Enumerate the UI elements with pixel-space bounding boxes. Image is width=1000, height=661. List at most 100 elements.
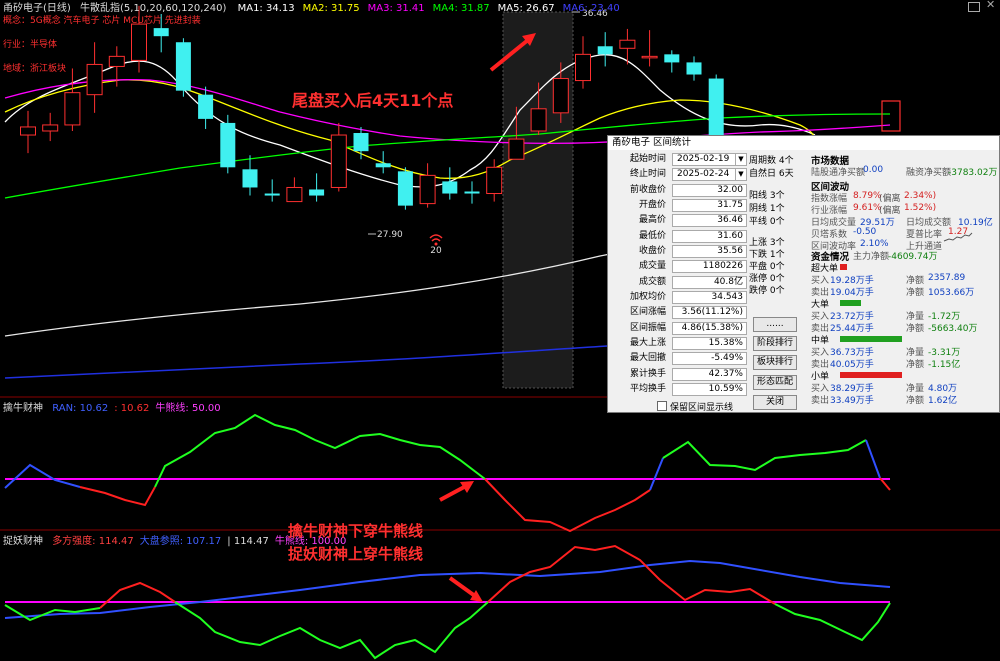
dialog-title[interactable]: 甬矽电子 区间统计 [608, 136, 999, 150]
candle-body[interactable] [686, 62, 702, 75]
panel2-green-line [174, 601, 489, 660]
stat-row: 加权均价 34.543 [608, 291, 750, 304]
close-button[interactable]: 关闭 [753, 395, 797, 410]
stat-row: 最低价 31.60 [608, 230, 750, 243]
order-size-bar [840, 336, 902, 342]
order-size-bar [840, 264, 847, 270]
candle-body[interactable] [464, 191, 480, 194]
panel2-legend-item: 多方强度: 114.47 [52, 536, 134, 547]
net-label: 净额 [906, 396, 925, 406]
stat-label: 成交额 [638, 277, 666, 287]
candle-body[interactable] [664, 54, 680, 63]
ma-legend-item: MA2: 31.75 [302, 3, 360, 14]
candle-body[interactable] [508, 138, 525, 160]
panel1-blue-line [865, 439, 881, 479]
candle-body[interactable] [619, 39, 636, 49]
stat-value-text: 15.38% [708, 338, 743, 348]
stat-row: 开盘价 31.75 [608, 199, 750, 212]
pattern-match-button[interactable]: 形态匹配 [753, 375, 797, 390]
industry-info: 行业：半导体 [3, 40, 58, 50]
stat-value-text: 35.56 [717, 246, 743, 256]
candle-body[interactable] [198, 94, 214, 119]
candle-body[interactable] [242, 169, 258, 188]
panel1-name[interactable]: 擒牛财神 [3, 403, 43, 414]
panel1-green-line [662, 439, 867, 472]
candle-body[interactable] [442, 181, 458, 194]
keep-lines-checkbox[interactable]: 保留区间显示线 [657, 400, 733, 413]
stat-value-text: 4.86(15.38%) [681, 323, 743, 333]
candle-body[interactable] [486, 166, 503, 195]
net-label: 净额 [906, 324, 925, 334]
candle-body[interactable] [131, 23, 147, 61]
main-net-label: 主力净额 [853, 252, 890, 262]
ma-legend-item: MA5: 26.67 [497, 3, 555, 14]
interval-highlight[interactable] [502, 11, 574, 389]
checkbox-icon[interactable] [657, 401, 667, 411]
panel2-name[interactable]: 捉妖财神 [3, 536, 43, 547]
stat-value-text: 1180226 [702, 261, 743, 271]
close-icon[interactable]: ✕ [986, 0, 995, 11]
more-button[interactable]: ...... [753, 317, 797, 332]
panel2-legend-item: 大盘参照: 107.17 [139, 536, 222, 547]
panel1-red-line [79, 486, 156, 507]
stat-value: 42.37% [672, 368, 747, 381]
candle-body[interactable] [530, 108, 547, 132]
stat-row: 平均换手 10.59% [608, 383, 750, 396]
candle-body[interactable] [108, 55, 125, 67]
candle-body[interactable] [264, 193, 280, 196]
stat-label: 成交量 [638, 261, 666, 271]
date-picker[interactable]: 2025-02-24 ▼ [672, 168, 747, 181]
stat-label: 最大回撤 [629, 353, 666, 363]
candle-body[interactable] [220, 122, 236, 168]
ma-legend-item: MA1: 34.13 [237, 3, 295, 14]
candle-body[interactable] [175, 42, 191, 91]
stat-label: 累计换手 [629, 369, 666, 379]
stat-row: 成交额 40.8亿 [608, 276, 750, 289]
concept-info: 概念：5G概念 汽车电子 芯片 MCU芯片 先进封装 [3, 16, 201, 26]
candle-body[interactable] [153, 28, 169, 37]
dropdown-arrow-icon[interactable]: ▼ [735, 154, 746, 165]
candle-body[interactable] [552, 78, 569, 114]
stat-value-text: 34.543 [711, 292, 744, 302]
net-value: 2357.89 [928, 273, 966, 283]
stat-row: 起始时间 2025-02-19 ▼ [608, 153, 750, 166]
hk-connect-value: 0.00 [863, 165, 884, 175]
ma-legend: MA1: 34.13 MA2: 31.75 MA3: 31.41 MA4: 31.87… [230, 3, 620, 14]
stat-label: 开盘价 [638, 200, 666, 210]
maximize-icon[interactable] [968, 2, 980, 12]
stat-label: 加权均价 [629, 292, 666, 302]
candle-body[interactable] [64, 92, 81, 126]
dropdown-arrow-icon[interactable]: ▼ [735, 169, 746, 180]
candle-body[interactable] [397, 171, 413, 206]
candle-body[interactable] [419, 174, 436, 205]
sector-rank-button[interactable]: 板块排行 [753, 355, 797, 370]
candle-body[interactable] [641, 55, 658, 59]
candle-body[interactable] [86, 63, 103, 96]
range-cell: 9.61% [853, 203, 882, 213]
candle-body[interactable] [575, 53, 591, 82]
interval-stats-dialog[interactable]: 甬矽电子 区间统计 起始时间 2025-02-19 ▼ 终止时间 2025-02-24 ▼… [607, 135, 1000, 413]
stat-row: 成交量 1180226 [608, 260, 750, 273]
arrow-icon [448, 576, 483, 602]
stat-label: 收盘价 [638, 246, 666, 256]
candle-body[interactable] [597, 46, 613, 55]
panel2-blue-line [4, 559, 891, 619]
stat-row: 区间振幅 4.86(15.38%) [608, 322, 750, 335]
candle-body[interactable] [20, 126, 36, 136]
candle-body[interactable] [309, 189, 325, 196]
date-picker[interactable]: 2025-02-19 ▼ [672, 153, 747, 166]
stat-value-text: 40.8亿 [713, 277, 743, 287]
candle-body[interactable] [708, 78, 724, 138]
candle-body[interactable] [330, 134, 347, 188]
candle-body[interactable] [353, 133, 369, 152]
candle-body[interactable] [42, 124, 59, 132]
stat-label: 区间涨幅 [629, 307, 666, 317]
candle-body[interactable] [286, 186, 303, 203]
main-net-value: -4609.74万 [888, 252, 938, 262]
stage-rank-button[interactable]: 阶段排行 [753, 336, 797, 351]
wifi-signal-icon[interactable] [429, 234, 443, 246]
stat-row: 最高价 36.46 [608, 214, 750, 227]
stat-label: 区间振幅 [629, 323, 666, 333]
chart-header: 甬矽电子(日线) 牛散乱指(5,10,20,60,120,240) MA1: 3… [3, 0, 620, 14]
candle-body[interactable] [375, 163, 391, 168]
